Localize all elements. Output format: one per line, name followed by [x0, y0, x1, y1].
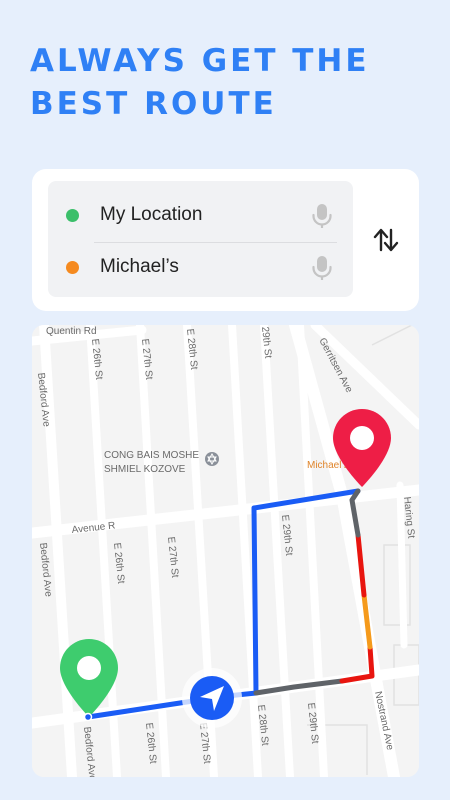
headline-line-2: BEST ROUTE — [30, 86, 277, 122]
route-map[interactable]: Quentin Rd Bedford Ave E 26th St E 27th … — [32, 325, 419, 777]
origin-dot-icon — [66, 208, 79, 222]
headline-line-1: ALWAYS GET THE — [30, 43, 370, 79]
origin-field[interactable]: My Location — [48, 189, 353, 241]
origin-label: My Location — [100, 204, 203, 225]
poi-name-line-2: SHMIEL KOZOVE — [104, 464, 186, 475]
headline: ALWAYS GET THE BEST ROUTE — [30, 40, 430, 126]
navigation-arrow-icon[interactable] — [182, 668, 242, 728]
destination-dot-icon — [66, 260, 79, 274]
map-canvas[interactable]: Quentin Rd Bedford Ave E 26th St E 27th … — [32, 325, 419, 777]
street-quentin: Quentin Rd — [46, 326, 97, 337]
poi-synagogue-icon[interactable] — [205, 452, 219, 466]
poi-name-line-1: CONG BAIS MOSHE — [104, 450, 199, 461]
mic-icon[interactable] — [311, 255, 333, 281]
swap-vertical-icon[interactable] — [371, 225, 401, 255]
mic-icon[interactable] — [311, 203, 333, 229]
destination-label: Michael’s — [100, 256, 179, 277]
destination-field[interactable]: Michael’s — [48, 241, 353, 293]
route-inputs: My Location Michael’s — [48, 181, 353, 297]
route-card: My Location Michael’s — [32, 169, 419, 311]
